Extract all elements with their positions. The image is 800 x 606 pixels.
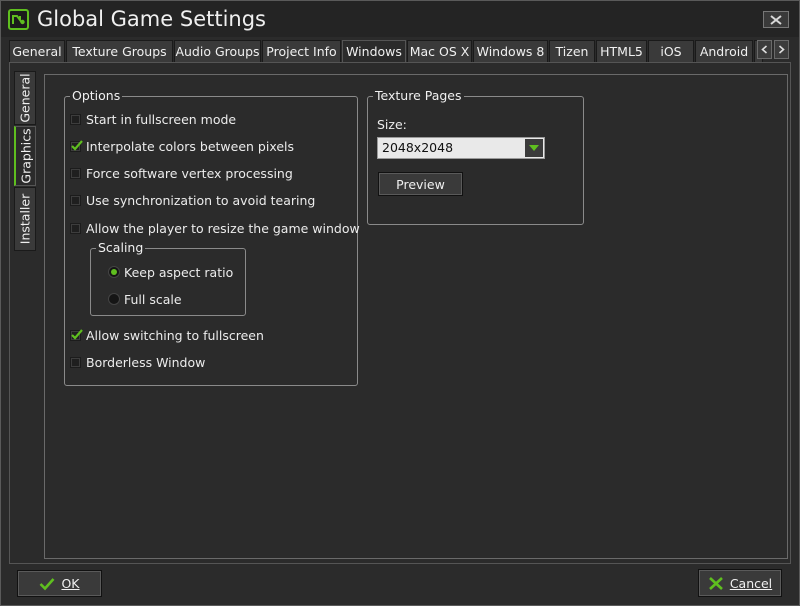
checkbox[interactable] [70, 139, 83, 152]
side-tab-general[interactable]: General [14, 71, 36, 125]
option-allow-switch-fullscreen[interactable]: Allow switching to fullscreen [70, 326, 264, 344]
side-tab-graphics[interactable]: Graphics [14, 126, 36, 186]
texture-size-select[interactable]: 2048x2048 [377, 137, 545, 159]
option-vsync[interactable]: Use synchronization to avoid tearing [70, 191, 315, 209]
ok-button[interactable]: OK [17, 570, 102, 597]
option-start-fullscreen[interactable]: Start in fullscreen mode [70, 110, 236, 128]
options-legend: Options [70, 88, 123, 103]
tab-html5[interactable]: HTML5 [596, 40, 647, 62]
radio-button[interactable] [108, 266, 120, 278]
checkbox[interactable] [70, 222, 81, 234]
preview-button-label: Preview [396, 176, 445, 192]
option-allow-resize[interactable]: Allow the player to resize the game wind… [70, 219, 360, 237]
chevron-left-icon [761, 45, 768, 54]
option-label: Interpolate colors between pixels [86, 138, 295, 154]
radio-button[interactable] [108, 293, 120, 305]
option-borderless-window[interactable]: Borderless Window [70, 353, 205, 371]
dropdown-button[interactable] [525, 139, 543, 157]
close-button[interactable] [763, 11, 789, 28]
checkmark-icon [71, 139, 83, 151]
tab-scroll-left-button[interactable] [757, 40, 772, 59]
checkbox[interactable] [70, 167, 81, 179]
tab-texture-groups[interactable]: Texture Groups [66, 40, 173, 62]
option-label: Borderless Window [86, 354, 206, 370]
option-label: Allow the player to resize the game wind… [86, 220, 360, 236]
tab-general[interactable]: General [9, 40, 65, 62]
tab-tizen[interactable]: Tizen [549, 40, 595, 62]
texture-size-value: 2048x2048 [382, 140, 454, 155]
tab-audio-groups[interactable]: Audio Groups [174, 40, 261, 62]
platform-tab-bar: General Texture Groups Audio Groups Proj… [9, 40, 791, 63]
option-label: Force software vertex processing [86, 165, 293, 181]
cancel-button[interactable]: Cancel [698, 569, 782, 597]
radio-label: Keep aspect ratio [124, 264, 234, 280]
dialog-footer: OK Cancel [1, 566, 799, 605]
close-icon [770, 14, 782, 25]
gamemaker-logo-icon [8, 9, 29, 30]
scaling-legend: Scaling [96, 240, 146, 255]
tab-mac-os-x[interactable]: Mac OS X [407, 40, 472, 62]
checkmark-icon [71, 328, 83, 340]
option-interpolate-colors[interactable]: Interpolate colors between pixels [70, 137, 294, 155]
checkmark-icon [40, 577, 55, 590]
window-title: Global Game Settings [37, 7, 266, 31]
option-label: Start in fullscreen mode [86, 111, 237, 127]
option-label: Use synchronization to avoid tearing [86, 192, 316, 208]
option-label: Allow switching to fullscreen [86, 327, 264, 343]
radio-label: Full scale [124, 291, 182, 307]
close-icon [708, 576, 723, 590]
tab-windows[interactable]: Windows [342, 40, 406, 63]
size-label: Size: [377, 117, 407, 132]
tab-android[interactable]: Android [695, 40, 753, 62]
checkbox[interactable] [70, 113, 81, 125]
ok-button-label: OK [61, 576, 80, 591]
cancel-button-label: Cancel [729, 575, 773, 591]
chevron-right-icon [778, 45, 785, 54]
settings-window: Global Game Settings General Texture Gro… [0, 0, 800, 606]
scaling-full-scale[interactable]: Full scale [108, 290, 182, 308]
checkbox[interactable] [70, 194, 81, 206]
tab-scroll-right-button[interactable] [774, 40, 789, 59]
preview-button[interactable]: Preview [378, 172, 463, 196]
scaling-keep-aspect-ratio[interactable]: Keep aspect ratio [108, 263, 233, 281]
tab-ios[interactable]: iOS [648, 40, 694, 62]
title-bar: Global Game Settings [1, 1, 799, 37]
texture-pages-group: Texture Pages [367, 89, 584, 225]
checkbox[interactable] [70, 356, 81, 368]
checkbox[interactable] [70, 328, 83, 341]
tab-project-info[interactable]: Project Info [262, 40, 341, 62]
texture-pages-legend: Texture Pages [373, 88, 464, 103]
option-force-software-vertex[interactable]: Force software vertex processing [70, 164, 293, 182]
tab-windows-8[interactable]: Windows 8 [473, 40, 548, 62]
side-tab-installer[interactable]: Installer [14, 187, 36, 251]
chevron-down-icon [529, 145, 539, 151]
